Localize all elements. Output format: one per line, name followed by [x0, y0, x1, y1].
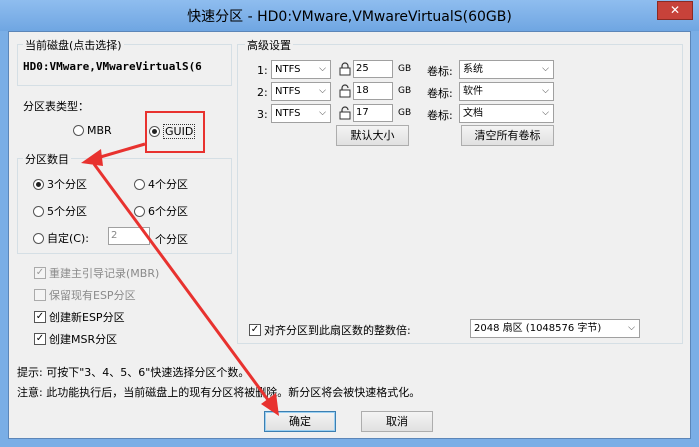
close-icon: ✕ — [669, 3, 681, 17]
close-button[interactable]: ✕ — [657, 1, 693, 20]
arrow-to-ok-button — [92, 163, 273, 405]
arrowhead-partition-count — [81, 149, 103, 166]
window-title: 快速分区 - HD0:VMware,VMwareVirtualS(60GB) — [187, 9, 512, 25]
dialog-window: 快速分区 - HD0:VMware,VMwareVirtualS(60GB) ✕… — [0, 0, 699, 447]
arrow-to-partition-count — [96, 142, 146, 160]
annotation-arrows — [81, 142, 279, 416]
dialog-client: 当前磁盘(点击选择) HD0:VMware,VMwareVirtualS(6 分… — [8, 31, 691, 439]
title-bar[interactable]: 快速分区 - HD0:VMware,VMwareVirtualS(60GB) ✕ — [0, 0, 699, 31]
